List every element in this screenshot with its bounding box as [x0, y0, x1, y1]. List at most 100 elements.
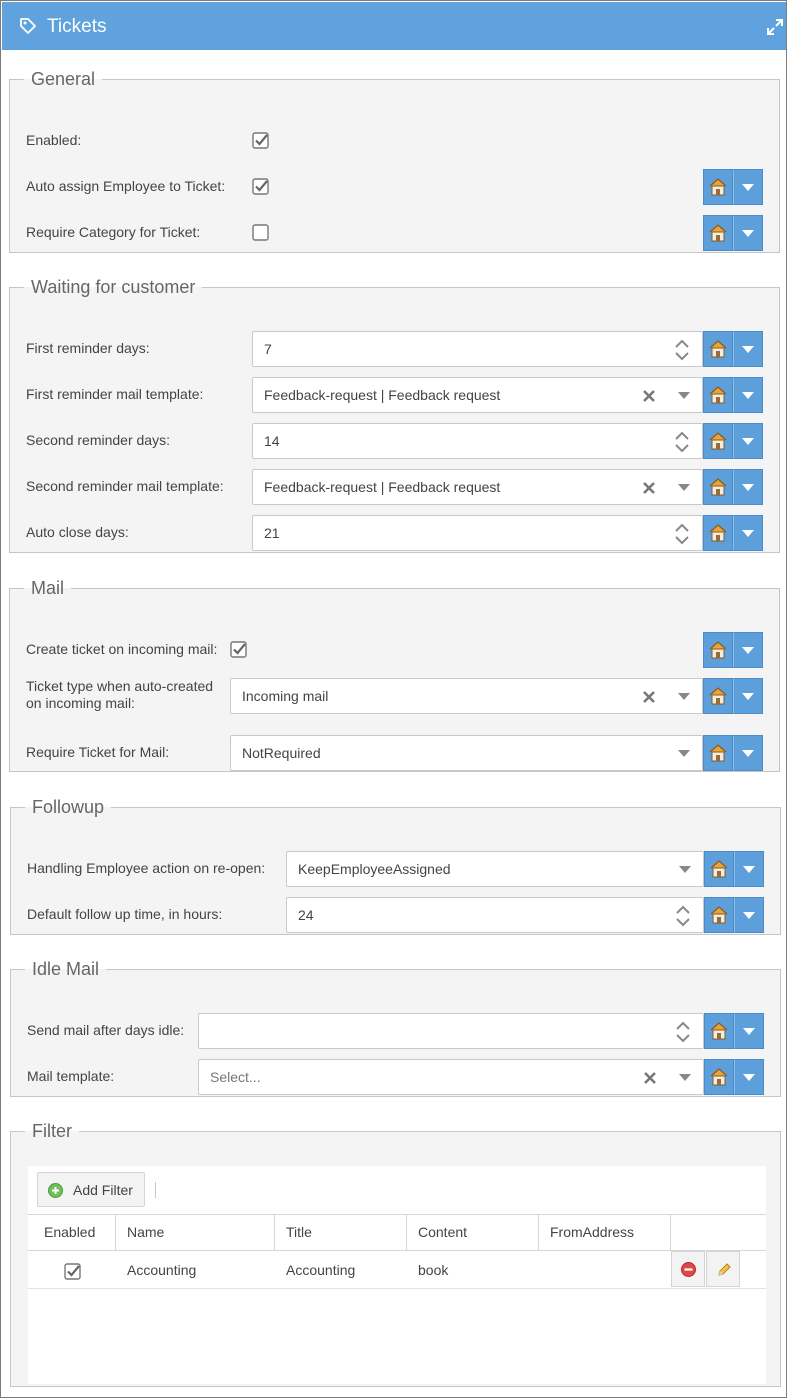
- send-after-row: Send mail after days idle:: [11, 1013, 780, 1049]
- home-default-button[interactable]: [703, 735, 733, 771]
- options-dropdown-button[interactable]: [733, 331, 763, 367]
- home-icon: [710, 860, 728, 878]
- mail-template-placeholder: Select...: [210, 1069, 261, 1085]
- home-default-button[interactable]: [703, 423, 733, 459]
- chevron-down-icon[interactable]: [679, 1074, 691, 1082]
- options-dropdown-button[interactable]: [734, 1059, 764, 1095]
- caret-down-icon: [742, 530, 754, 537]
- options-dropdown-button[interactable]: [733, 215, 763, 251]
- ticket-type-select[interactable]: Incoming mail: [230, 678, 703, 714]
- options-dropdown-button[interactable]: [733, 735, 763, 771]
- second-days-input[interactable]: 14: [252, 423, 703, 459]
- home-default-button[interactable]: [704, 1059, 734, 1095]
- auto-close-label: Auto close days:: [26, 524, 129, 540]
- chevron-down-icon[interactable]: [678, 750, 690, 758]
- caret-down-icon: [742, 484, 754, 491]
- send-after-input[interactable]: [198, 1013, 704, 1049]
- table-row[interactable]: Accounting Accounting book: [28, 1251, 766, 1289]
- home-default-button[interactable]: [703, 331, 733, 367]
- home-default-button[interactable]: [704, 897, 734, 933]
- home-default-button[interactable]: [703, 215, 733, 251]
- options-dropdown-button[interactable]: [733, 678, 763, 714]
- row-content: book: [418, 1262, 449, 1278]
- home-default-button[interactable]: [703, 377, 733, 413]
- clear-icon[interactable]: [642, 690, 656, 704]
- clear-icon[interactable]: [642, 389, 656, 403]
- edit-row-button[interactable]: [706, 1251, 740, 1287]
- mail-template-row: Mail template: Select...: [11, 1059, 780, 1095]
- column-header-actions: [671, 1215, 766, 1250]
- tag-icon: [20, 18, 36, 34]
- idle-mail-legend: Idle Mail: [32, 959, 100, 979]
- create-ticket-label: Create ticket on incoming mail:: [26, 641, 218, 657]
- first-template-row: First reminder mail template: Feedback-r…: [10, 377, 779, 413]
- auto-assign-checkbox[interactable]: [252, 178, 269, 195]
- spinner-icon[interactable]: [676, 1020, 690, 1044]
- column-header-fromaddress[interactable]: FromAddress: [539, 1215, 671, 1250]
- create-ticket-checkbox[interactable]: [230, 641, 247, 658]
- clear-icon[interactable]: [643, 1071, 657, 1085]
- options-dropdown-button[interactable]: [734, 851, 764, 887]
- second-template-select[interactable]: Feedback-request | Feedback request: [252, 469, 703, 505]
- options-dropdown-button[interactable]: [733, 169, 763, 205]
- waiting-section: Waiting for customer First reminder days…: [9, 277, 780, 553]
- clear-icon[interactable]: [642, 481, 656, 495]
- auto-assign-label: Auto assign Employee to Ticket:: [26, 178, 226, 194]
- caret-down-icon: [742, 647, 754, 654]
- home-default-button[interactable]: [703, 678, 733, 714]
- default-time-label: Default follow up time, in hours:: [27, 906, 223, 922]
- caret-down-icon: [743, 1074, 755, 1081]
- column-header-content[interactable]: Content: [407, 1215, 539, 1250]
- options-dropdown-button[interactable]: [734, 1013, 764, 1049]
- column-header-name[interactable]: Name: [116, 1215, 275, 1250]
- spinner-icon[interactable]: [675, 430, 689, 454]
- spinner-icon[interactable]: [675, 522, 689, 546]
- caret-down-icon: [742, 392, 754, 399]
- handling-select[interactable]: KeepEmployeeAssigned: [286, 851, 704, 887]
- home-default-button[interactable]: [704, 851, 734, 887]
- delete-row-button[interactable]: [671, 1251, 705, 1287]
- default-time-row: Default follow up time, in hours: 24: [11, 897, 780, 933]
- home-default-button[interactable]: [703, 169, 733, 205]
- home-icon: [709, 641, 727, 659]
- enabled-checkbox[interactable]: [252, 132, 269, 149]
- require-ticket-value: NotRequired: [242, 745, 321, 761]
- add-filter-button[interactable]: Add Filter: [37, 1172, 145, 1207]
- first-days-input[interactable]: 7: [252, 331, 703, 367]
- home-default-button[interactable]: [703, 515, 733, 551]
- filter-grid-panel: Add Filter Enabled Name Title Content Fr…: [28, 1166, 766, 1384]
- spinner-icon[interactable]: [675, 338, 689, 362]
- home-default-button[interactable]: [703, 469, 733, 505]
- require-ticket-select[interactable]: NotRequired: [230, 735, 703, 771]
- home-default-button[interactable]: [703, 632, 733, 668]
- auto-close-input[interactable]: 21: [252, 515, 703, 551]
- ticket-type-value: Incoming mail: [242, 688, 329, 704]
- caret-down-icon: [742, 438, 754, 445]
- first-template-select[interactable]: Feedback-request | Feedback request: [252, 377, 703, 413]
- require-category-checkbox[interactable]: [252, 224, 269, 241]
- mail-template-select[interactable]: Select...: [198, 1059, 704, 1095]
- options-dropdown-button[interactable]: [733, 377, 763, 413]
- mail-template-label: Mail template:: [27, 1068, 115, 1084]
- row-enabled-checkbox[interactable]: [64, 1263, 81, 1280]
- options-dropdown-button[interactable]: [733, 632, 763, 668]
- first-template-value: Feedback-request | Feedback request: [264, 387, 501, 403]
- handling-label: Handling Employee action on re-open:: [27, 860, 266, 876]
- chevron-down-icon[interactable]: [679, 866, 691, 874]
- default-time-input[interactable]: 24: [286, 897, 704, 933]
- chevron-down-icon[interactable]: [678, 693, 690, 701]
- options-dropdown-button[interactable]: [733, 423, 763, 459]
- enabled-row: Enabled:: [10, 123, 779, 159]
- column-header-enabled[interactable]: Enabled: [28, 1215, 116, 1250]
- column-header-title[interactable]: Title: [275, 1215, 407, 1250]
- caret-down-icon: [743, 1028, 755, 1035]
- chevron-down-icon[interactable]: [678, 484, 690, 492]
- require-ticket-label: Require Ticket for Mail:: [26, 744, 170, 760]
- options-dropdown-button[interactable]: [734, 897, 764, 933]
- expand-icon[interactable]: [766, 18, 784, 36]
- spinner-icon[interactable]: [676, 904, 690, 928]
- chevron-down-icon[interactable]: [678, 392, 690, 400]
- home-default-button[interactable]: [704, 1013, 734, 1049]
- options-dropdown-button[interactable]: [733, 515, 763, 551]
- options-dropdown-button[interactable]: [733, 469, 763, 505]
